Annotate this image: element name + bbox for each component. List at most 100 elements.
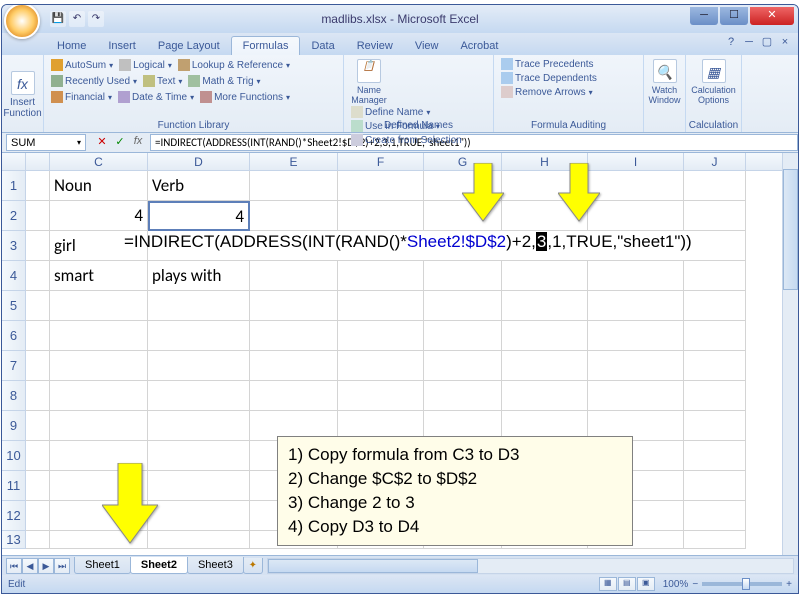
define-name-button[interactable]: Define Name▾ xyxy=(349,105,488,119)
cell[interactable] xyxy=(588,321,684,351)
cell[interactable] xyxy=(502,261,588,291)
fx-icon[interactable]: fx xyxy=(130,135,146,151)
cell[interactable] xyxy=(148,471,250,501)
cell[interactable] xyxy=(50,291,148,321)
cell[interactable] xyxy=(26,261,50,291)
row-header[interactable]: 1 xyxy=(2,171,26,201)
cell[interactable] xyxy=(26,351,50,381)
cell[interactable] xyxy=(502,321,588,351)
cell[interactable] xyxy=(250,201,338,231)
cell[interactable] xyxy=(684,171,746,201)
cell[interactable] xyxy=(250,381,338,411)
row-header[interactable]: 4 xyxy=(2,261,26,291)
row-header[interactable]: 8 xyxy=(2,381,26,411)
cell[interactable] xyxy=(588,351,684,381)
cell[interactable] xyxy=(502,291,588,321)
name-manager-icon[interactable]: 📋 xyxy=(357,59,381,83)
cell[interactable] xyxy=(684,261,746,291)
doc-restore-icon[interactable]: ▢ xyxy=(760,35,774,49)
view-break-icon[interactable]: ▣ xyxy=(637,577,655,591)
cell[interactable] xyxy=(148,501,250,531)
scrollbar-thumb[interactable] xyxy=(783,169,798,290)
cell-D2[interactable]: 4 xyxy=(148,201,250,231)
office-button[interactable] xyxy=(4,4,40,39)
cell[interactable] xyxy=(502,381,588,411)
col-header[interactable]: F xyxy=(338,153,424,170)
tab-nav-prev[interactable]: ◀ xyxy=(22,558,38,574)
cell[interactable] xyxy=(684,201,746,231)
doc-minimize-icon[interactable]: ─ xyxy=(742,35,756,49)
tab-nav-first[interactable]: ⏮ xyxy=(6,558,22,574)
new-sheet-button[interactable]: ✦ xyxy=(243,558,263,574)
tab-review[interactable]: Review xyxy=(346,37,404,55)
row-header[interactable]: 2 xyxy=(2,201,26,231)
insert-function-icon[interactable]: fx xyxy=(11,71,35,95)
calc-options-icon[interactable]: ▦ xyxy=(702,59,726,83)
trace-precedents-button[interactable]: Trace Precedents xyxy=(499,57,638,71)
cell[interactable] xyxy=(684,291,746,321)
sheet-tab-2[interactable]: Sheet2 xyxy=(130,557,188,574)
col-header[interactable] xyxy=(26,153,50,170)
doc-close-icon[interactable]: × xyxy=(778,35,792,49)
col-header[interactable]: I xyxy=(588,153,684,170)
select-all-button[interactable] xyxy=(2,153,26,170)
cell[interactable] xyxy=(588,261,684,291)
cell-D1[interactable]: Verb xyxy=(148,171,250,201)
row-header[interactable]: 7 xyxy=(2,351,26,381)
cell[interactable] xyxy=(50,351,148,381)
recently-used-button[interactable]: Recently Used▾ xyxy=(49,74,139,88)
cell[interactable] xyxy=(148,441,250,471)
cell-formula-overlay[interactable]: =INDIRECT(ADDRESS(INT(RAND()*Sheet2!$D$2… xyxy=(124,231,692,252)
cell[interactable] xyxy=(684,381,746,411)
tab-insert[interactable]: Insert xyxy=(97,37,147,55)
name-box[interactable]: SUM▾ xyxy=(6,134,86,151)
create-selection-button[interactable]: Create from Selection xyxy=(349,133,488,147)
row-header[interactable]: 10 xyxy=(2,441,26,471)
zoom-out-button[interactable]: − xyxy=(692,579,698,590)
cell[interactable] xyxy=(50,411,148,441)
save-icon[interactable]: 💾 xyxy=(50,11,66,27)
tab-page-layout[interactable]: Page Layout xyxy=(147,37,231,55)
cell[interactable] xyxy=(338,381,424,411)
cell[interactable] xyxy=(148,291,250,321)
cell[interactable] xyxy=(26,231,50,261)
tab-formulas[interactable]: Formulas xyxy=(231,36,301,55)
cell[interactable] xyxy=(148,351,250,381)
tab-nav-last[interactable]: ⏭ xyxy=(54,558,70,574)
zoom-slider[interactable] xyxy=(702,582,782,586)
cell[interactable] xyxy=(26,531,50,549)
more-functions-button[interactable]: More Functions▾ xyxy=(198,90,292,104)
tab-nav-next[interactable]: ▶ xyxy=(38,558,54,574)
text-button[interactable]: Text▾ xyxy=(141,74,184,88)
redo-icon[interactable]: ↷ xyxy=(88,11,104,27)
col-header[interactable]: J xyxy=(684,153,746,170)
cell[interactable] xyxy=(338,171,424,201)
cell[interactable] xyxy=(424,381,502,411)
cell[interactable] xyxy=(684,321,746,351)
minimize-button[interactable]: ─ xyxy=(690,7,718,25)
cell[interactable] xyxy=(26,411,50,441)
cell-C1[interactable]: Noun xyxy=(50,171,148,201)
cell[interactable] xyxy=(684,351,746,381)
cell[interactable] xyxy=(26,201,50,231)
cell[interactable] xyxy=(502,351,588,381)
cell[interactable] xyxy=(50,381,148,411)
zoom-level[interactable]: 100% xyxy=(663,579,689,590)
cancel-formula-icon[interactable]: ✕ xyxy=(94,135,110,151)
cell[interactable] xyxy=(424,351,502,381)
cell[interactable] xyxy=(148,531,250,549)
cell[interactable] xyxy=(338,291,424,321)
cell[interactable] xyxy=(26,171,50,201)
tab-home[interactable]: Home xyxy=(46,37,97,55)
cell[interactable] xyxy=(588,381,684,411)
cell[interactable] xyxy=(26,321,50,351)
tab-view[interactable]: View xyxy=(404,37,450,55)
cell[interactable] xyxy=(684,501,746,531)
cell[interactable] xyxy=(26,501,50,531)
remove-arrows-button[interactable]: Remove Arrows▾ xyxy=(499,85,638,99)
row-header[interactable]: 5 xyxy=(2,291,26,321)
cell[interactable] xyxy=(250,261,338,291)
logical-button[interactable]: Logical▾ xyxy=(117,58,174,72)
cell[interactable] xyxy=(26,291,50,321)
row-header[interactable]: 11 xyxy=(2,471,26,501)
